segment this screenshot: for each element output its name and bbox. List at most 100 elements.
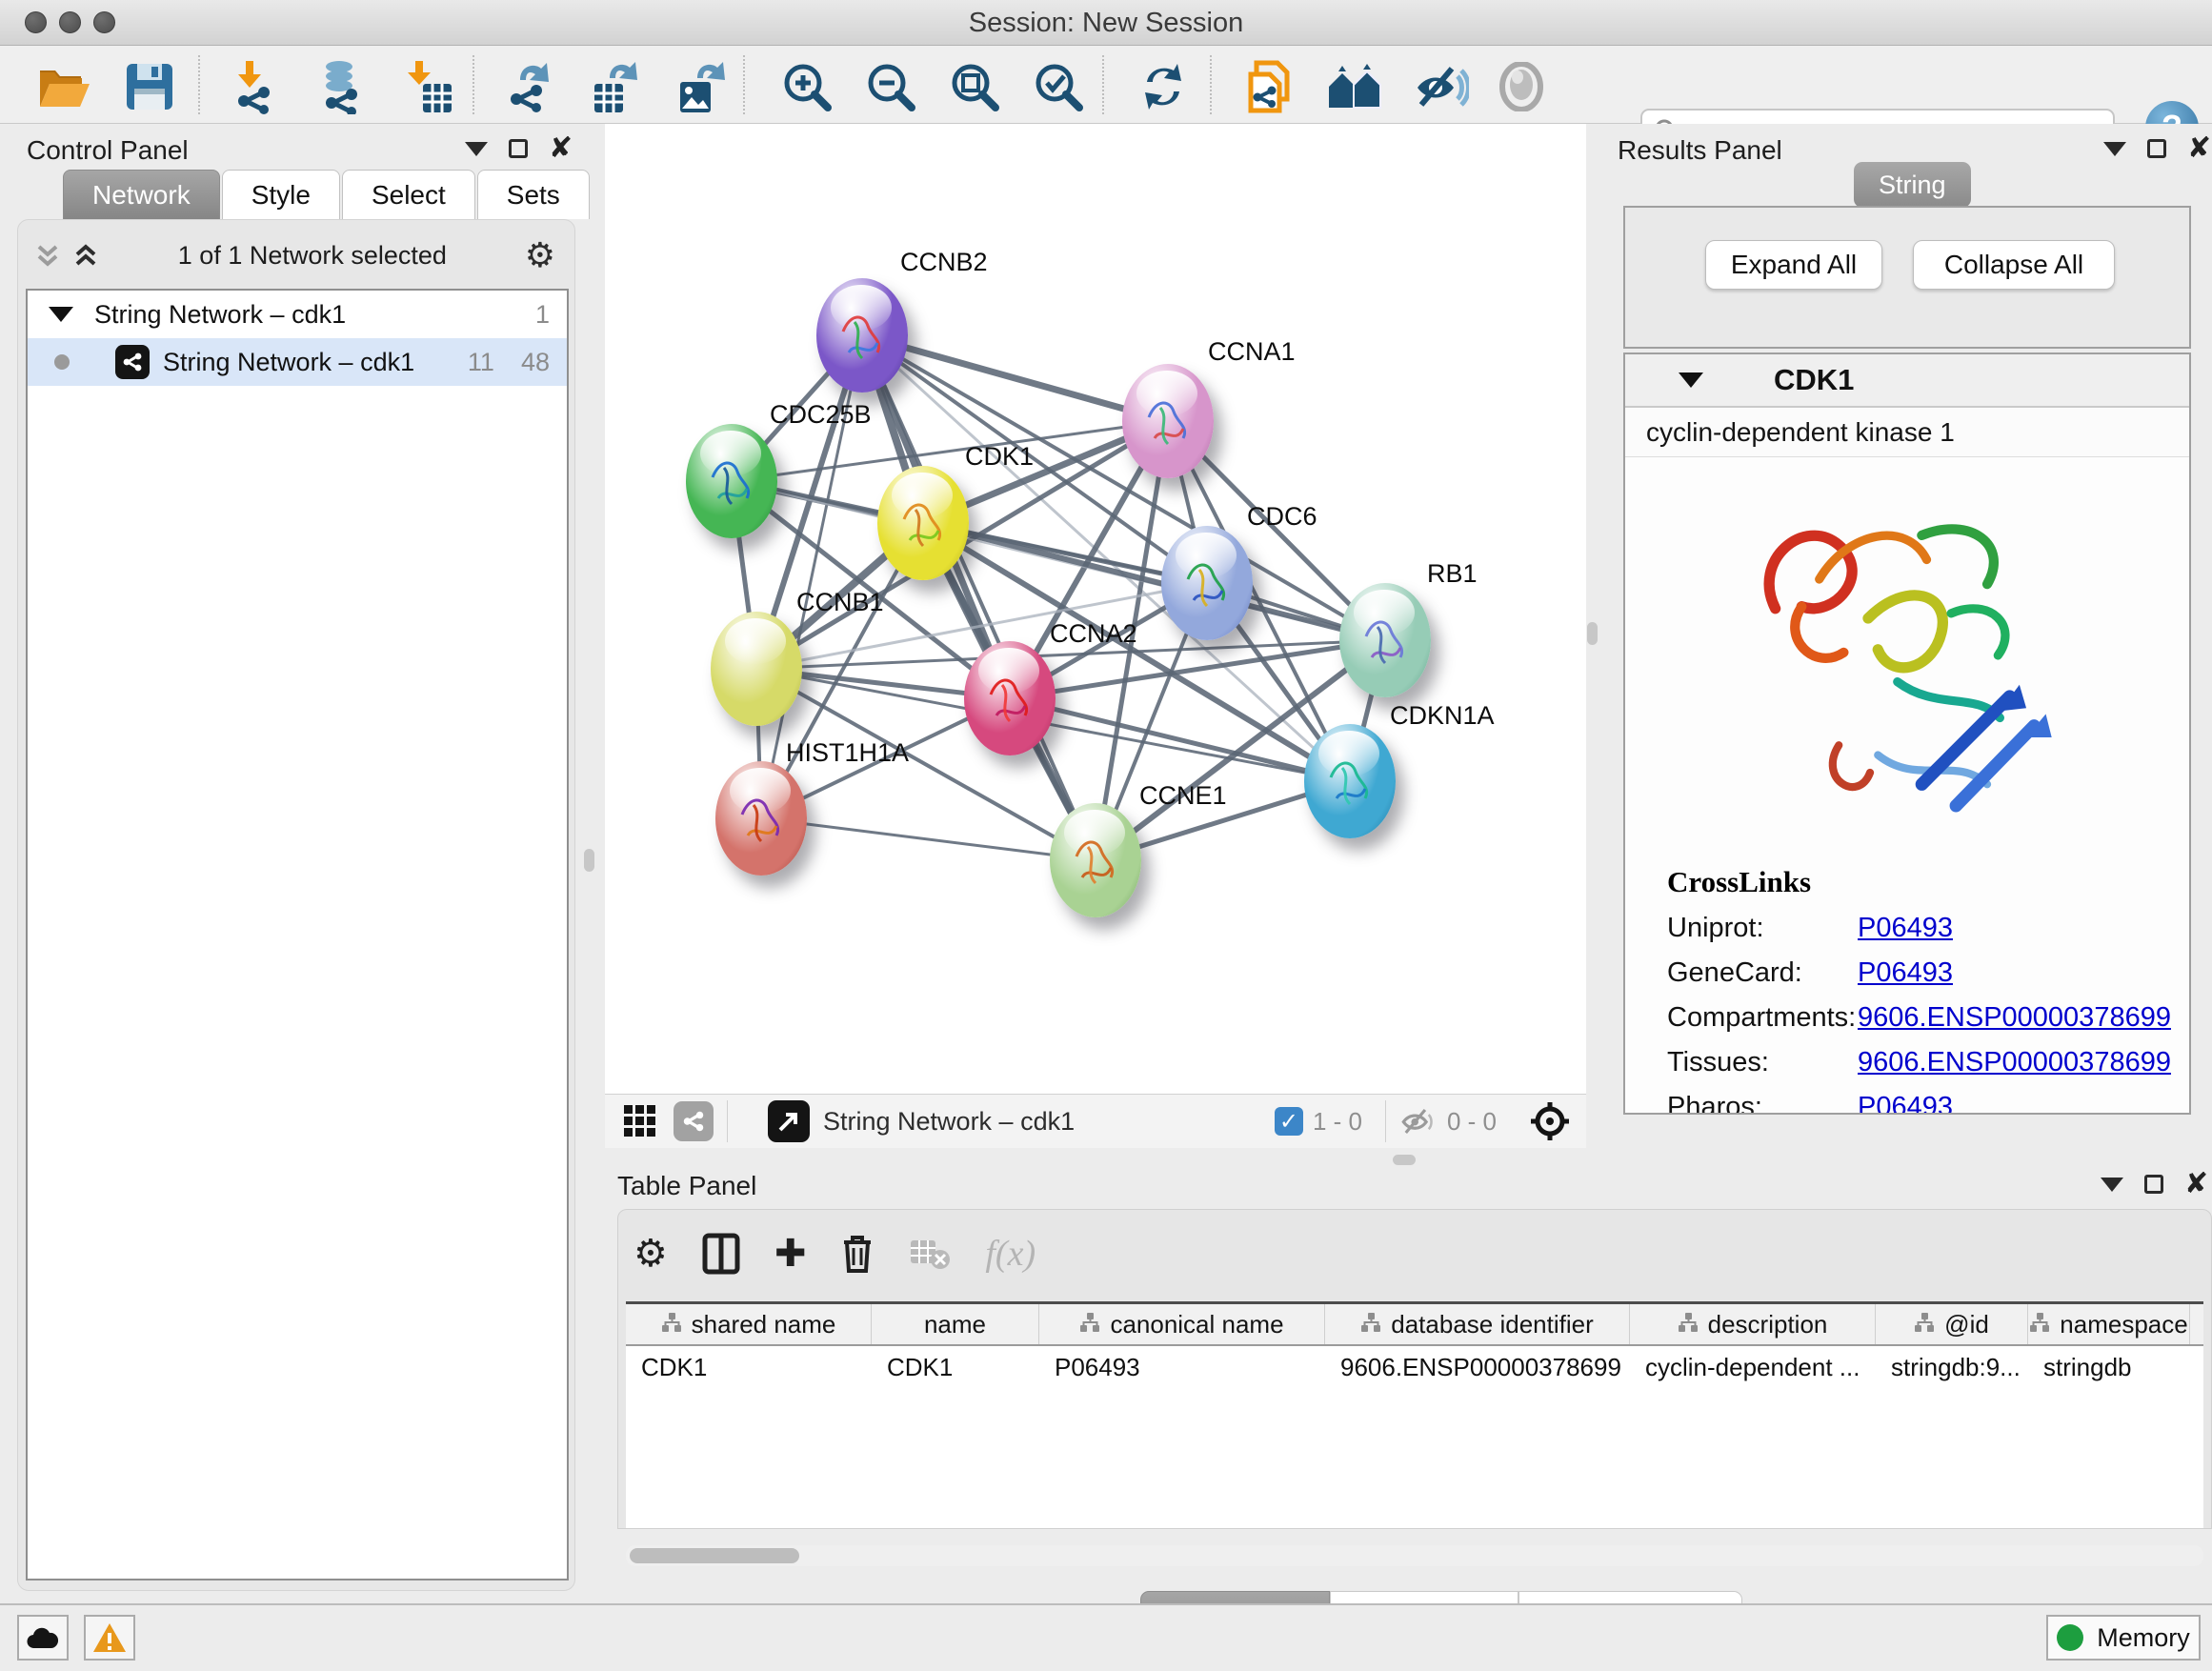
crosslink-link[interactable]: 9606.ENSP00000378699 [1858,1002,2171,1034]
gene-section-header[interactable]: CDK1 [1625,354,2189,408]
export-network-button[interactable] [501,59,560,114]
network-node-HIST1H1A[interactable] [715,761,807,876]
gene-collapse-icon[interactable] [1679,372,1703,388]
collapse-all-button[interactable]: Collapse All [1913,240,2115,290]
column-header-namespace[interactable]: namespace [2028,1304,2190,1344]
hierarchy-icon [1678,1310,1699,1339]
network-row[interactable]: String Network – cdk1 11 48 [28,338,567,386]
tab-network[interactable]: Network [63,170,220,219]
show-all-button[interactable] [1492,59,1551,114]
table-options-gear-icon[interactable]: ⚙ [633,1235,668,1273]
title-bar: Session: New Session [0,0,2212,46]
collection-label: String Network – cdk1 [94,300,346,330]
tab-select[interactable]: Select [342,170,475,219]
crosslink-link[interactable]: P06493 [1858,1092,1953,1115]
warnings-button[interactable] [84,1615,135,1661]
table-row[interactable]: CDK1CDK1P064939606.ENSP00000378699cyclin… [626,1346,2203,1388]
network-node-CDC6[interactable] [1161,526,1253,640]
zoom-out-button[interactable] [861,59,920,114]
main-toolbar: ? [0,46,2212,124]
crosslinks-section: CrossLinks Uniprot:P06493GeneCard:P06493… [1625,857,2189,1115]
import-table-file-button[interactable] [398,59,457,114]
control-panel-title: Control Panel [27,135,189,166]
float-panel-icon[interactable] [509,139,528,158]
refresh-view-button[interactable] [1134,59,1193,114]
crosslink-link[interactable]: 9606.ENSP00000378699 [1858,1047,2171,1078]
network-canvas[interactable]: CCNB2CCNA1CDC25BCDK1CDC6RB1CCNB1CCNA2CDK… [605,124,1586,1094]
grid-view-icon[interactable] [622,1103,658,1139]
collapse-panel-icon[interactable] [465,142,488,156]
network-node-CDK1[interactable] [877,466,969,580]
crosslink-link[interactable]: P06493 [1858,913,1953,944]
warning-icon [92,1622,127,1653]
column-header--id[interactable]: @id [1876,1304,2028,1344]
close-panel-icon[interactable]: ✘ [2187,139,2211,158]
crosslink-label: Compartments: [1667,1002,1858,1034]
collapse-panel-icon[interactable] [2103,142,2126,156]
network-node-CCNA1[interactable] [1122,364,1214,478]
network-edge[interactable] [761,818,1096,860]
tab-sets[interactable]: Sets [477,170,590,219]
network-node-CDKN1A[interactable] [1304,724,1396,838]
tab-style[interactable]: Style [222,170,340,219]
cloud-status-button[interactable] [17,1615,69,1661]
memory-label: Memory [2097,1623,2190,1653]
selected-nodes-checkbox-icon[interactable]: ✓ [1275,1107,1303,1136]
first-neighbors-button[interactable] [1326,59,1385,114]
column-header-database-identifier[interactable]: database identifier [1325,1304,1630,1344]
save-session-button[interactable] [120,59,179,114]
export-table-button[interactable] [587,59,646,114]
network-node-RB1[interactable] [1339,583,1431,697]
zoom-fit-button[interactable] [945,59,1004,114]
delete-column-icon[interactable] [840,1233,875,1275]
network-node-CCNE1[interactable] [1050,803,1141,917]
network-collection-row[interactable]: String Network – cdk1 1 [28,291,567,338]
expand-all-icon[interactable] [71,241,100,270]
collapse-panel-icon[interactable] [2101,1178,2123,1192]
collection-expand-icon[interactable] [49,307,73,322]
close-panel-icon[interactable]: ✘ [549,139,573,158]
column-header-shared-name[interactable]: shared name [626,1304,872,1344]
table-cell: stringdb:9... [1876,1346,2028,1388]
table-hscrollbar-thumb[interactable] [630,1548,799,1563]
close-panel-icon[interactable]: ✘ [2184,1175,2208,1194]
hide-selected-button[interactable] [1412,59,1471,114]
column-header-canonical-name[interactable]: canonical name [1039,1304,1325,1344]
open-session-button[interactable] [34,59,93,114]
import-network-file-button[interactable] [227,59,286,114]
bottom-splitter-handle[interactable] [1393,1155,1416,1165]
network-node-CDC25B[interactable] [686,424,777,538]
network-overview-icon[interactable] [674,1101,714,1141]
zoom-in-button[interactable] [777,59,836,114]
left-splitter-handle[interactable] [584,849,594,872]
network-options-gear-icon[interactable]: ⚙ [525,236,555,275]
function-builder-icon: f(x) [985,1233,1036,1275]
birds-eye-icon[interactable] [1529,1100,1571,1142]
network-node-CCNA2[interactable] [964,641,1056,755]
show-columns-icon[interactable] [702,1233,740,1275]
column-header-name[interactable]: name [872,1304,1039,1344]
network-node-CCNB1[interactable] [711,612,802,726]
float-panel-icon[interactable] [2147,139,2166,158]
right-splitter-handle[interactable] [1587,622,1598,645]
column-header-description[interactable]: description [1630,1304,1876,1344]
add-column-icon[interactable]: ✚ [774,1235,807,1273]
detach-view-icon[interactable] [768,1100,810,1142]
tab-string[interactable]: String [1854,162,1971,208]
crosslink-link[interactable]: P06493 [1858,957,1953,989]
zoom-selected-button[interactable] [1029,59,1088,114]
float-panel-icon[interactable] [2144,1175,2163,1194]
hidden-eye-icon [1399,1105,1438,1137]
import-network-database-button[interactable] [312,59,372,114]
control-panel-tabs: NetworkStyleSelectSets [63,170,592,219]
clone-network-button[interactable] [1240,59,1299,114]
expand-all-button[interactable]: Expand All [1705,240,1882,290]
results-panel: Results Panel ✘ String Expand All Collap… [1600,124,2212,1167]
network-edge[interactable] [862,335,1096,860]
crosslink-label: Tissues: [1667,1047,1858,1078]
collapse-all-icon[interactable] [33,241,62,270]
export-image-button[interactable] [673,59,732,114]
network-view-toolbar: String Network – cdk1 ✓ 1 - 0 0 - 0 [605,1094,1586,1148]
network-node-CCNB2[interactable] [816,278,908,393]
memory-button[interactable]: Memory [2046,1615,2201,1661]
